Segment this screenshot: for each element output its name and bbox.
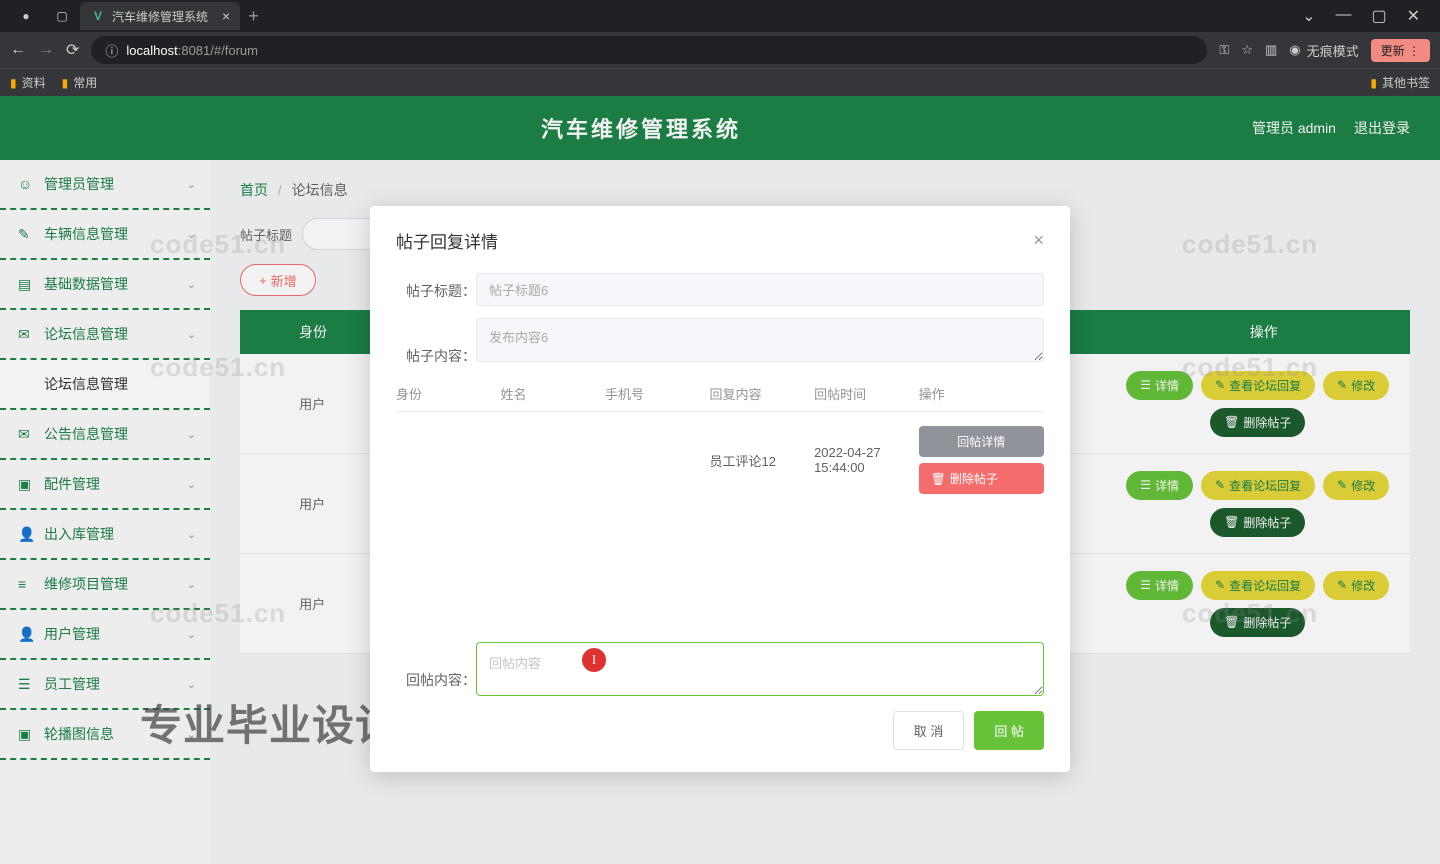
form-label: 帖子内容：	[396, 318, 476, 366]
inner-header: 手机号	[605, 384, 710, 403]
browser-tab-active[interactable]: V 汽车维修管理系统 ×	[80, 2, 240, 30]
reply-detail-modal: 帖子回复详情 × 帖子标题： 帖子内容： 发布内容6 身份 姓名 手机号 回复内…	[370, 206, 1070, 772]
trash-icon: 🗑	[931, 472, 946, 486]
inner-table-row: 员工评论12 2022-04-27 15:44:00 回帖详情 🗑删除帖子	[396, 412, 1044, 508]
modal-title: 帖子回复详情	[396, 228, 498, 253]
update-button[interactable]: 更新 ⋮	[1371, 39, 1430, 62]
reply-detail-button[interactable]: 回帖详情	[919, 426, 1044, 457]
extension-icon[interactable]: ▥	[1265, 42, 1277, 58]
tab-title: 汽车维修管理系统	[112, 8, 208, 25]
reload-icon[interactable]: ⟳	[66, 40, 79, 60]
minimize-icon[interactable]: —	[1335, 6, 1351, 26]
incognito-badge: ◉ 无痕模式	[1289, 41, 1358, 60]
bookmark-item[interactable]: ▮常用	[62, 74, 98, 91]
back-icon[interactable]: ←	[10, 41, 26, 59]
key-icon[interactable]: ⚿	[1219, 42, 1229, 58]
new-tab-button[interactable]: +	[240, 6, 267, 27]
address-bar[interactable]: ⓘ localhost:8081/#/forum	[91, 36, 1207, 64]
post-content-field: 发布内容6	[476, 318, 1044, 362]
bookmark-item[interactable]: ▮资料	[10, 74, 46, 91]
inner-header: 姓名	[501, 384, 606, 403]
other-bookmarks[interactable]: ▮其他书签	[1370, 74, 1430, 91]
form-label: 帖子标题：	[396, 273, 476, 306]
browser-tab[interactable]: ▢	[44, 2, 80, 30]
inner-header: 身份	[396, 384, 501, 403]
submit-button[interactable]: 回 帖	[974, 711, 1044, 750]
text-cursor-icon: I	[582, 648, 606, 672]
star-icon[interactable]: ☆	[1241, 42, 1253, 58]
maximize-icon[interactable]: ▢	[1371, 6, 1386, 26]
inner-header: 回帖时间	[814, 384, 919, 403]
form-label: 回帖内容：	[396, 642, 476, 699]
forward-icon[interactable]: →	[38, 41, 54, 59]
post-title-field	[476, 273, 1044, 306]
reply-textarea[interactable]	[476, 642, 1044, 696]
inner-header: 回复内容	[710, 384, 815, 403]
delete-reply-button[interactable]: 🗑删除帖子	[919, 463, 1044, 494]
chevron-down-icon[interactable]: ⌄	[1302, 6, 1315, 26]
close-icon[interactable]: ×	[1033, 230, 1044, 251]
cancel-button[interactable]: 取 消	[893, 711, 965, 750]
tab-bar: ● ▢ V 汽车维修管理系统 × + ⌄ — ▢ ✕	[0, 0, 1440, 32]
close-window-icon[interactable]: ✕	[1407, 6, 1420, 26]
inner-header: 操作	[919, 384, 1044, 403]
close-icon[interactable]: ×	[222, 8, 230, 24]
incognito-icon: ◉	[1289, 42, 1300, 58]
modal-backdrop: 帖子回复详情 × 帖子标题： 帖子内容： 发布内容6 身份 姓名 手机号 回复内…	[0, 96, 1440, 864]
browser-tab[interactable]: ●	[8, 2, 44, 30]
